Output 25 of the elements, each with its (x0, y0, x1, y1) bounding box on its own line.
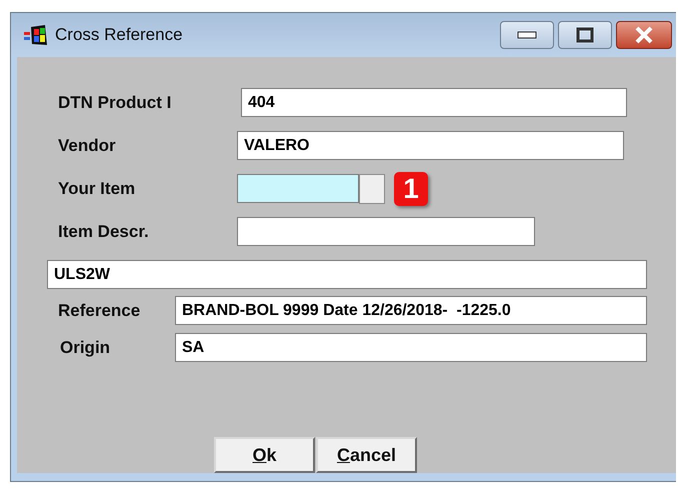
minimize-button[interactable] (500, 21, 554, 49)
close-icon (634, 26, 654, 44)
maximize-button[interactable] (558, 21, 612, 49)
dialog-button[interactable]: Cancel (316, 437, 417, 473)
close-button[interactable] (616, 21, 672, 49)
text-field[interactable]: ULS2W (47, 260, 647, 289)
text-field[interactable] (237, 174, 359, 203)
field-label: Origin (60, 336, 112, 359)
field-label: DTN Product I (58, 92, 172, 114)
maximize-icon (576, 27, 594, 43)
callout-badge: 1 (394, 172, 428, 206)
window-title: Cross Reference (55, 24, 183, 46)
text-field[interactable]: 404 (241, 88, 627, 117)
field-label: Your Item (58, 178, 136, 200)
minimize-icon (517, 31, 537, 39)
field-label: Item Descr. (58, 220, 150, 243)
text-field[interactable]: VALERO (237, 131, 624, 160)
text-field[interactable] (237, 217, 535, 246)
lookup-button[interactable] (359, 174, 385, 204)
text-field[interactable]: SA (175, 333, 647, 362)
field-label: Vendor (58, 134, 117, 157)
app-icon (23, 23, 49, 47)
dialog-button[interactable]: Ok (214, 437, 315, 473)
text-field[interactable]: BRAND-BOL 9999 Date 12/26/2018- -1225.0 (175, 296, 647, 325)
field-label: Reference (58, 300, 142, 322)
